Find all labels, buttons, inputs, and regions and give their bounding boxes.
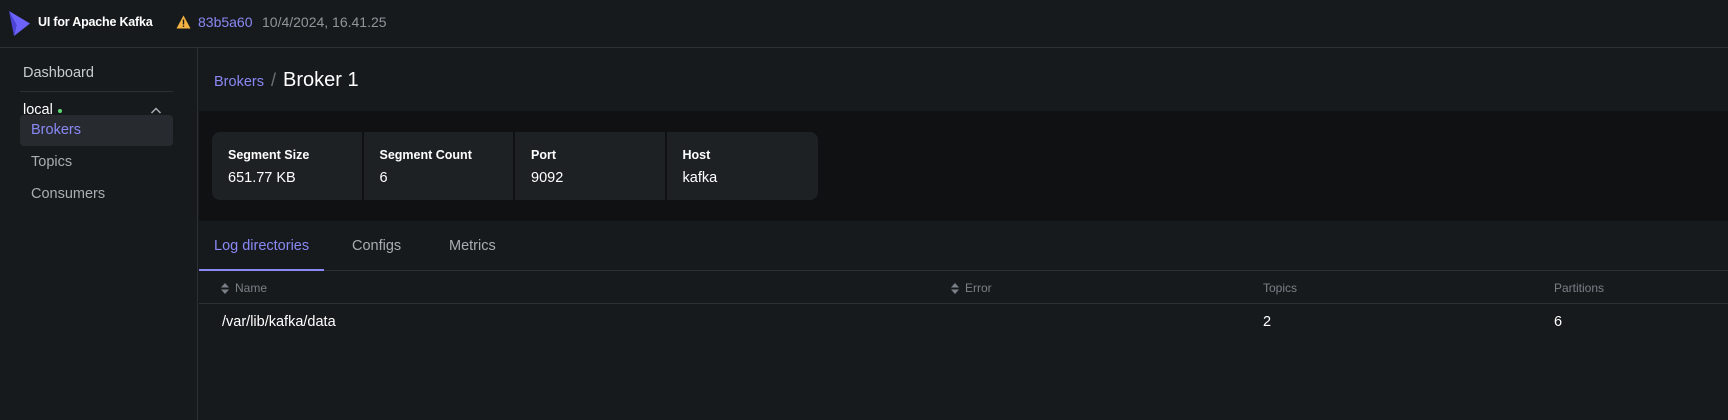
warning-icon xyxy=(176,15,191,29)
column-header-label: Error xyxy=(965,281,992,295)
column-header-label: Topics xyxy=(1263,281,1298,295)
column-header-name[interactable]: Name xyxy=(221,281,267,295)
page-title: Broker 1 xyxy=(282,69,359,91)
metric-label: Segment Size xyxy=(228,148,310,162)
column-header-partitions: Partitions xyxy=(1554,281,1604,295)
breadcrumb-brokers-link[interactable]: Brokers xyxy=(214,74,264,90)
cluster-status-dot xyxy=(57,108,62,113)
metric-segment-size: Segment Size 651.77 KB xyxy=(212,132,364,200)
sidebar-item-topics[interactable]: Topics xyxy=(20,147,173,178)
sidebar-item-consumers[interactable]: Consumers xyxy=(20,179,173,210)
metrics-box: Segment Size 651.77 KB Segment Count 6 P… xyxy=(212,132,818,200)
column-header-label: Partitions xyxy=(1554,281,1605,295)
tab-bar: Log directories Configs Metrics xyxy=(199,221,1728,271)
build-date: 10/4/2024, 16.41.25 xyxy=(262,14,387,30)
table-row: /var/lib/kafka/data 2 6 xyxy=(199,305,1728,339)
top-navbar: UI for Apache Kafka 83b5a60 10/4/2024, 1… xyxy=(0,0,1728,48)
sort-icon xyxy=(951,282,959,294)
metric-value: 6 xyxy=(379,170,388,186)
commit-link[interactable]: 83b5a60 xyxy=(198,14,253,30)
sidebar-divider xyxy=(20,91,173,92)
metric-value: 651.77 KB xyxy=(228,170,296,186)
main-content: Brokers / Broker 1 Segment Size 651.77 K… xyxy=(199,48,1728,420)
metric-value: kafka xyxy=(682,170,718,186)
app-title[interactable]: UI for Apache Kafka xyxy=(38,15,153,29)
sidebar: Dashboard local Brokers Topics Consumers xyxy=(0,48,198,420)
sidebar-item-dashboard[interactable]: Dashboard xyxy=(23,65,94,81)
metric-label: Port xyxy=(531,148,556,162)
cell-topics: 2 xyxy=(1263,314,1272,330)
metric-label: Segment Count xyxy=(379,148,472,162)
metric-segment-count: Segment Count 6 xyxy=(364,132,515,200)
tab-metrics[interactable]: Metrics xyxy=(434,221,511,271)
metric-label: Host xyxy=(682,148,711,162)
metric-value: 9092 xyxy=(531,170,564,186)
metric-host: Host kafka xyxy=(667,132,819,200)
metric-port: Port 9092 xyxy=(515,132,667,200)
metrics-band: Segment Size 651.77 KB Segment Count 6 P… xyxy=(199,111,1728,221)
column-header-topics: Topics xyxy=(1263,281,1297,295)
breadcrumb-separator: / xyxy=(270,70,276,90)
sort-icon xyxy=(221,282,229,294)
column-header-label: Name xyxy=(235,281,268,295)
breadcrumb: Brokers / Broker 1 xyxy=(214,69,359,92)
kafka-ui-logo-icon[interactable] xyxy=(8,10,31,37)
table-header: Name Error Topics Partitions xyxy=(199,271,1728,304)
cell-name: /var/lib/kafka/data xyxy=(222,314,336,330)
cell-partitions: 6 xyxy=(1554,314,1563,330)
tab-configs[interactable]: Configs xyxy=(337,221,416,271)
sidebar-item-brokers[interactable]: Brokers xyxy=(20,115,173,146)
column-header-error[interactable]: Error xyxy=(951,281,992,295)
tab-log-directories[interactable]: Log directories xyxy=(199,221,325,271)
